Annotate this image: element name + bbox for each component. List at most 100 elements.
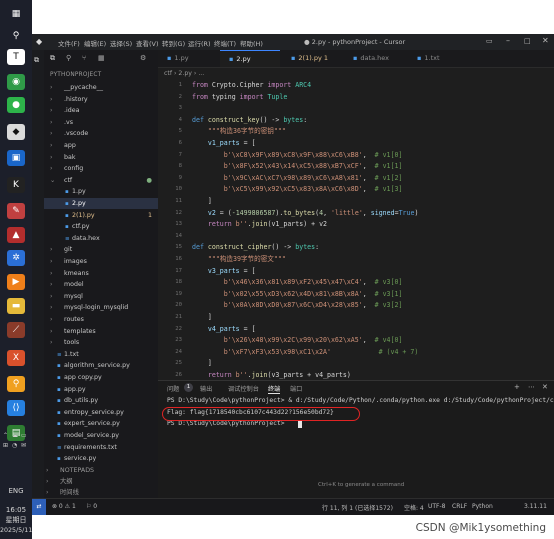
- panel-more-icon[interactable]: ⋯: [528, 383, 535, 391]
- tree-item[interactable]: ▪ app.py: [44, 384, 158, 395]
- editor-tab[interactable]: ▪ 2.py: [220, 50, 280, 67]
- status-ports[interactable]: ⚐ 0: [86, 503, 97, 510]
- orange-play-icon[interactable]: ▶: [7, 274, 25, 290]
- close-icon[interactable]: ✕: [542, 36, 549, 45]
- status-problems[interactable]: ⊗ 0 ⚠ 1: [52, 503, 76, 510]
- search-icon[interactable]: ⚲: [66, 54, 71, 62]
- green-chat-icon[interactable]: ●: [7, 97, 25, 113]
- k-app-icon[interactable]: K: [7, 177, 25, 193]
- blue-gear-icon[interactable]: ✲: [7, 250, 25, 266]
- tree-item[interactable]: ≡ 1.txt: [44, 349, 158, 360]
- tree-item[interactable]: ▪ expert_service.py: [44, 418, 158, 429]
- tree-item[interactable]: › routes: [44, 314, 158, 325]
- extensions-icon[interactable]: ▦: [98, 54, 105, 62]
- minimize-icon[interactable]: –: [506, 36, 510, 45]
- search2-icon[interactable]: ⚲: [7, 376, 25, 392]
- status-language[interactable]: Python: [472, 503, 493, 510]
- editor-tab[interactable]: ▪ 1.txt: [408, 50, 468, 67]
- chrome-icon[interactable]: ◉: [7, 74, 25, 90]
- tree-item[interactable]: › mysql: [44, 291, 158, 302]
- windows-start-icon[interactable]: ▦: [7, 6, 25, 22]
- panel-tab[interactable]: 输出: [200, 384, 212, 393]
- menu-item[interactable]: 转到(G): [162, 38, 185, 48]
- menu-item[interactable]: 终端(T): [214, 38, 236, 48]
- menu-item[interactable]: 查看(V): [136, 38, 159, 48]
- tree-item[interactable]: ▪ 1.py: [44, 186, 158, 197]
- editor-tab[interactable]: ▪ data.hex: [344, 50, 406, 67]
- menu-item[interactable]: 运行(R): [188, 38, 211, 48]
- status-eol[interactable]: CRLF: [452, 503, 467, 510]
- tree-item[interactable]: › kmeans: [44, 268, 158, 279]
- tree-item[interactable]: ▪ db_utils.py: [44, 395, 158, 406]
- breadcrumb[interactable]: ctf › 2.py › ...: [164, 70, 204, 77]
- tray-icon[interactable]: ⊞: [3, 442, 8, 449]
- settings-gear-icon[interactable]: ⚙: [140, 54, 146, 62]
- tree-item[interactable]: ▪ 2(1).py 1: [44, 210, 158, 221]
- tree-item[interactable]: ≡ requirements.txt: [44, 442, 158, 453]
- tray-icon[interactable]: ⌃: [3, 432, 8, 439]
- search-icon[interactable]: ⚲: [7, 28, 25, 44]
- red-app-icon[interactable]: ▲: [7, 227, 25, 243]
- menu-item[interactable]: 编辑(E): [84, 38, 106, 48]
- tray-icon[interactable]: ☁: [12, 432, 18, 439]
- layout-icon[interactable]: ▭: [486, 37, 493, 45]
- tree-item[interactable]: › .vscode: [44, 128, 158, 139]
- explorer-icon[interactable]: ⧉: [34, 56, 39, 65]
- tree-item[interactable]: ⌄ ctf ●: [44, 175, 158, 186]
- tree-item[interactable]: › images: [44, 256, 158, 267]
- tree-item[interactable]: ▪ 2.py: [44, 198, 158, 209]
- menu-item[interactable]: 选择(S): [110, 38, 132, 48]
- tree-item[interactable]: › templates: [44, 326, 158, 337]
- tree-item[interactable]: › 大纲: [44, 476, 158, 487]
- panel-tab[interactable]: 终端: [268, 384, 281, 394]
- tree-item[interactable]: ▪ entropy_service.py: [44, 407, 158, 418]
- folder-icon[interactable]: ▬: [7, 298, 25, 314]
- tree-item[interactable]: › .vs: [44, 117, 158, 128]
- status-indent[interactable]: 空格: 4: [404, 503, 424, 512]
- tree-item[interactable]: › mysql-login_mysqlid: [44, 302, 158, 313]
- status-cursor-position[interactable]: 行 11, 列 1 (已选择1572): [322, 503, 393, 512]
- tree-item[interactable]: ▪ ctf.py: [44, 221, 158, 232]
- tree-item[interactable]: › tools: [44, 337, 158, 348]
- tree-item[interactable]: ▪ algorithm_service.py: [44, 360, 158, 371]
- panel-close-icon[interactable]: ✕: [542, 383, 548, 391]
- tree-item[interactable]: ▪ app copy.py: [44, 372, 158, 383]
- tray-icon[interactable]: ◔: [12, 442, 17, 449]
- cursor-app-icon[interactable]: ◆: [7, 124, 25, 140]
- tree-item[interactable]: › __pycache__: [44, 82, 158, 93]
- menu-item[interactable]: 文件(F): [58, 38, 80, 48]
- tree-item[interactable]: › NOTEPADS: [44, 465, 158, 476]
- tree-item[interactable]: ▪ service.py: [44, 453, 158, 464]
- status-interpreter[interactable]: 3.11.11: [524, 503, 547, 510]
- editor-tab[interactable]: ▪ 2(1).py 1: [282, 50, 342, 67]
- panel-tab[interactable]: 问题: [167, 384, 179, 393]
- panel-add-icon[interactable]: +: [514, 383, 520, 391]
- code-icon[interactable]: ⟨⟩: [7, 400, 25, 416]
- files-icon[interactable]: ⧉: [50, 54, 55, 63]
- paint-icon[interactable]: ✎: [7, 203, 25, 219]
- maximize-icon[interactable]: □: [524, 37, 531, 45]
- tree-item[interactable]: ▪ model_service.py: [44, 430, 158, 441]
- tray-icon[interactable]: ▭: [21, 432, 27, 439]
- tree-item[interactable]: › .idea: [44, 105, 158, 116]
- project-header[interactable]: PYTHONPROJECT: [50, 72, 101, 78]
- t-app-icon[interactable]: T: [7, 49, 25, 65]
- tree-item[interactable]: ≡ data.hex: [44, 233, 158, 244]
- feather-icon[interactable]: ⟋: [7, 322, 25, 338]
- tree-item[interactable]: › 时间线: [44, 487, 158, 498]
- language-indicator[interactable]: ENG: [0, 487, 32, 496]
- xshell-icon[interactable]: X: [7, 350, 25, 366]
- source-control-icon[interactable]: ⑂: [82, 54, 86, 62]
- tree-item[interactable]: › config: [44, 163, 158, 174]
- tree-item[interactable]: › app: [44, 140, 158, 151]
- tree-item[interactable]: › bak: [44, 152, 158, 163]
- window-switch-icon[interactable]: ▣: [7, 150, 25, 166]
- cursor-logo-icon[interactable]: ◆: [36, 37, 42, 46]
- tray-icon[interactable]: ✉: [21, 442, 26, 449]
- tree-item[interactable]: › .history: [44, 94, 158, 105]
- editor-tab[interactable]: ▪ 1.py: [158, 50, 218, 67]
- tree-item[interactable]: › git: [44, 244, 158, 255]
- panel-tab[interactable]: 端口: [290, 384, 302, 393]
- code-editor[interactable]: ▪ 1.py ▪ 2.py ▪ 2(1).py 1 ▪ data.hex ▪ 1.txt ctf …: [158, 50, 554, 425]
- status-encoding[interactable]: UTF-8: [428, 503, 446, 510]
